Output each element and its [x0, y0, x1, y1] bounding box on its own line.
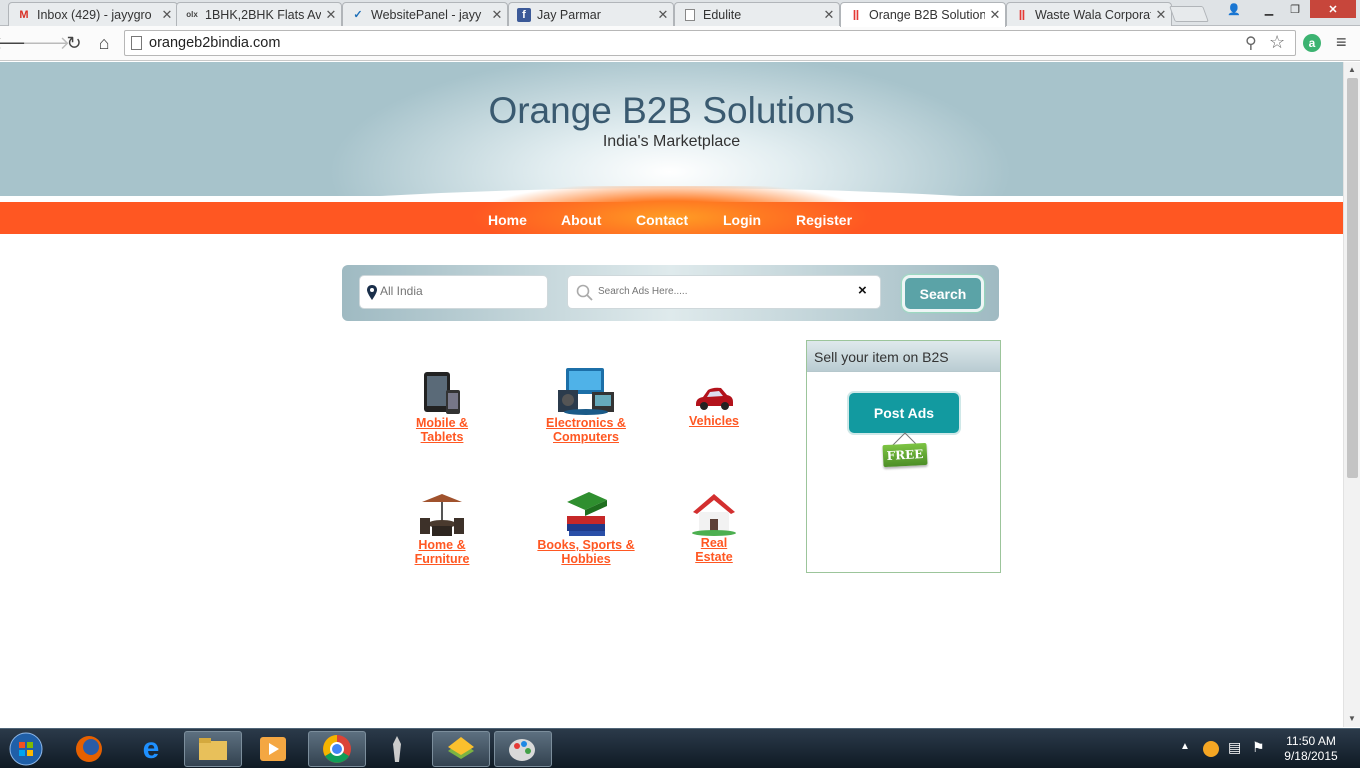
orange-icon: ‖ — [852, 7, 860, 23]
extension-icon[interactable]: a — [1303, 34, 1321, 52]
category-vehicles[interactable]: Vehicles — [659, 384, 769, 428]
chrome-taskbar-icon[interactable] — [308, 731, 366, 767]
vertical-scrollbar[interactable]: ▲ ▼ — [1343, 62, 1360, 727]
file-explorer-taskbar-icon[interactable] — [184, 731, 242, 767]
menu-icon[interactable]: ≡ — [1336, 32, 1347, 53]
search-bar: × Search — [342, 265, 999, 321]
close-window-button[interactable]: ✕ — [1310, 0, 1356, 18]
post-ads-button[interactable]: Post Ads — [847, 391, 961, 435]
orange-icon: ‖ — [1018, 6, 1026, 23]
category-books-sports-hobbies[interactable]: Books, Sports & Hobbies — [531, 490, 641, 566]
nav-about[interactable]: About — [561, 212, 601, 228]
electronics-icon — [558, 368, 614, 415]
close-tab-icon[interactable]: ✕ — [157, 7, 177, 23]
bluestacks-taskbar-icon[interactable] — [432, 731, 490, 767]
site-title: Orange B2B Solutions — [488, 90, 855, 131]
action-center-icon[interactable]: ⚑ — [1252, 739, 1265, 756]
nav-home[interactable]: Home — [488, 212, 527, 228]
home-icon[interactable]: ⌂ — [92, 31, 116, 55]
internet-explorer-taskbar-icon[interactable]: e — [122, 731, 180, 767]
system-clock[interactable]: 11:50 AM 9/18/2015 — [1278, 734, 1344, 764]
close-tab-icon[interactable]: ✕ — [487, 7, 507, 23]
category-mobile-tablets[interactable]: Mobile & Tablets — [387, 370, 497, 444]
sell-item-panel: Sell your item on B2S Post Ads FREE — [806, 340, 1001, 573]
network-icon[interactable]: ▤ — [1228, 739, 1241, 756]
scroll-up-icon[interactable]: ▲ — [1348, 65, 1356, 74]
furniture-icon — [420, 494, 464, 536]
close-tab-icon[interactable]: ✕ — [321, 7, 341, 23]
car-icon — [696, 387, 733, 410]
facebook-icon: f — [517, 7, 531, 22]
gmail-icon: M — [19, 8, 29, 21]
free-tag: FREE — [882, 442, 928, 468]
nav-contact[interactable]: Contact — [636, 212, 688, 228]
app-taskbar-icon[interactable] — [368, 731, 426, 767]
tablet-icon — [424, 372, 460, 414]
user-profile-icon[interactable]: 👤 — [1222, 0, 1246, 18]
tab-gmail[interactable]: M Inbox (429) - jayygro ✕ — [8, 2, 178, 26]
minimize-button[interactable]: ▁ — [1256, 0, 1282, 18]
close-tab-icon[interactable]: ✕ — [653, 7, 673, 23]
books-icon — [567, 492, 607, 536]
location-input[interactable] — [380, 284, 540, 298]
olx-icon: olx — [186, 10, 198, 19]
tray-app-icon[interactable] — [1203, 741, 1219, 757]
category-electronics-computers[interactable]: Electronics & Computers — [531, 366, 641, 444]
browser-toolbar: 🡐 🡒 ↻ ⌂ orangeb2bindia.com ⚲ ☆ a ≡ — [0, 26, 1360, 61]
house-icon — [692, 494, 736, 536]
close-tab-icon[interactable]: ✕ — [1151, 7, 1171, 23]
location-field[interactable] — [359, 275, 548, 309]
new-tab-button[interactable] — [1169, 6, 1209, 22]
reload-icon[interactable]: ↻ — [62, 31, 86, 55]
sell-panel-heading: Sell your item on B2S — [807, 341, 1000, 372]
url-text[interactable]: orangeb2bindia.com — [149, 35, 280, 51]
windows-taskbar: e ▲ ▤ ⚑ 11:50 AM 9/18/2015 — [0, 728, 1360, 768]
page-icon — [131, 36, 142, 50]
scroll-down-icon[interactable]: ▼ — [1348, 714, 1356, 723]
tab-orange-b2b[interactable]: ‖ Orange B2B Solution ✕ — [840, 2, 1006, 27]
web-page: Orange B2B Solutions India's Marketplace… — [0, 62, 1343, 727]
bookmark-star-icon[interactable]: ☆ — [1269, 32, 1285, 53]
search-input[interactable] — [598, 286, 848, 297]
zoom-icon[interactable]: ⚲ — [1245, 33, 1257, 53]
tab-olx[interactable]: olx 1BHK,2BHK Flats Ava ✕ — [176, 2, 342, 26]
websitepanel-icon: ✓ — [353, 9, 363, 21]
tab-waste-wala[interactable]: ‖ Waste Wala Corporat ✕ — [1006, 2, 1172, 26]
show-hidden-icons[interactable]: ▲ — [1180, 741, 1190, 752]
tab-facebook[interactable]: f Jay Parmar ✕ — [508, 2, 674, 26]
category-real-estate[interactable]: Real Estate — [659, 492, 769, 564]
nav-register[interactable]: Register — [796, 212, 852, 228]
close-tab-icon[interactable]: ✕ — [819, 7, 839, 23]
paint-taskbar-icon[interactable] — [494, 731, 552, 767]
page-icon — [683, 8, 697, 22]
tab-websitepanel[interactable]: ✓ WebsitePanel - jayy ✕ — [342, 2, 508, 26]
tab-edulite[interactable]: Edulite ✕ — [674, 2, 840, 26]
scrollbar-thumb[interactable] — [1347, 78, 1358, 478]
firefox-taskbar-icon[interactable] — [60, 731, 118, 767]
start-button[interactable] — [0, 731, 52, 767]
media-player-taskbar-icon[interactable] — [244, 731, 302, 767]
clear-search-icon[interactable]: × — [858, 282, 867, 299]
browser-tab-strip: M Inbox (429) - jayygro ✕ olx 1BHK,2BHK … — [0, 0, 1360, 27]
forward-icon[interactable]: 🡒 — [22, 31, 70, 55]
site-header: Orange B2B Solutions India's Marketplace — [0, 62, 1343, 202]
nav-login[interactable]: Login — [723, 212, 761, 228]
restore-button[interactable]: ❐ — [1282, 0, 1308, 18]
address-bar[interactable]: orangeb2bindia.com ⚲ ☆ — [124, 30, 1296, 56]
search-field[interactable]: × — [567, 275, 881, 309]
search-button[interactable]: Search — [902, 275, 984, 312]
search-icon — [576, 284, 593, 301]
site-subtitle: India's Marketplace — [602, 133, 741, 150]
close-tab-icon[interactable]: ✕ — [985, 7, 1005, 23]
category-home-furniture[interactable]: Home & Furniture — [387, 492, 497, 566]
map-pin-icon — [367, 285, 377, 300]
